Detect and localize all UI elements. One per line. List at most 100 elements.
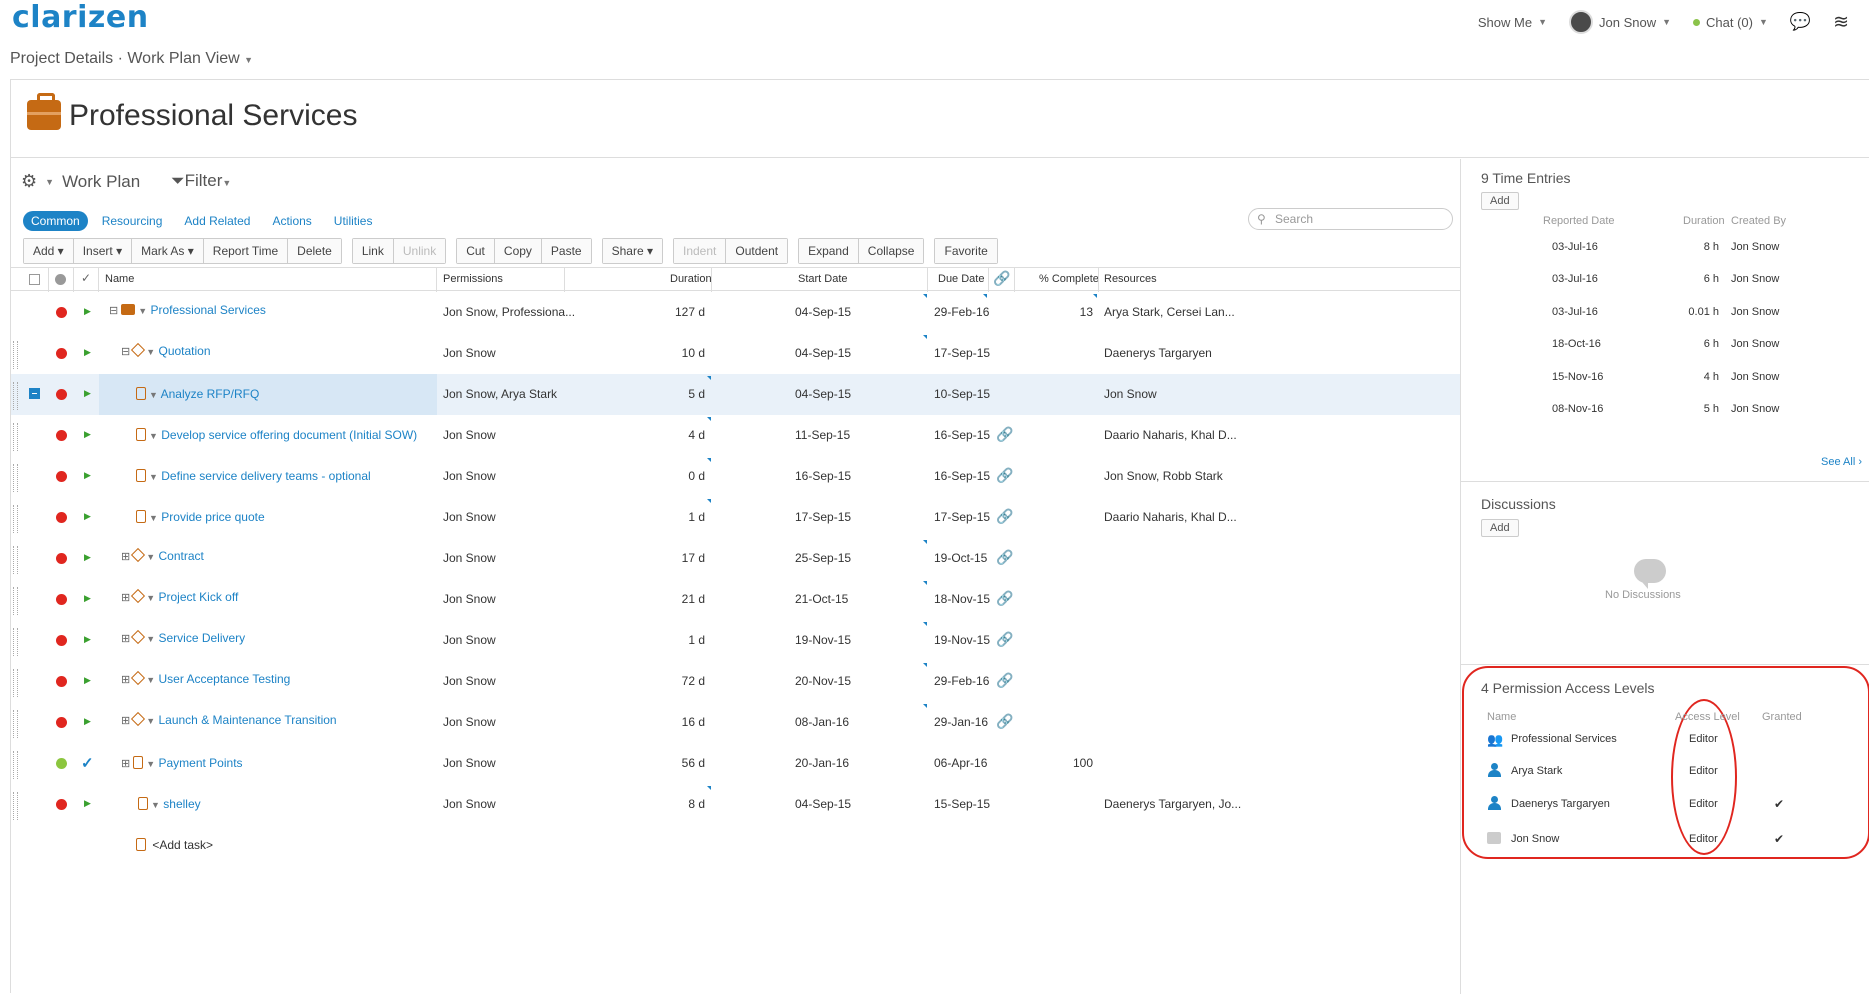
task-name-link[interactable]: Project Kick off [158, 590, 238, 604]
favorite-button[interactable]: Favorite [935, 239, 997, 263]
play-icon[interactable]: ▶ [84, 798, 91, 809]
task-name-link[interactable]: shelley [163, 797, 200, 811]
drag-handle-icon[interactable] [13, 464, 18, 492]
play-icon[interactable]: ▶ [84, 716, 91, 727]
table-row[interactable]: ▶ ▼ shelley Jon Snow 8 d 04-Sep-15 15-Sep-15 D… [11, 784, 1460, 825]
drag-handle-icon[interactable] [13, 628, 18, 656]
time-entry-date[interactable]: 18-Oct-16 [1552, 338, 1601, 350]
task-name-link[interactable]: User Acceptance Testing [158, 672, 290, 686]
report-time-button[interactable]: Report Time [203, 239, 289, 263]
table-row[interactable]: ▶ ⊞ ▼ Service Delivery Jon Snow 1 d 19-Nov-15… [11, 620, 1460, 661]
tab-common[interactable]: Common [23, 211, 88, 231]
chevron-down-icon[interactable]: ▼ [149, 472, 158, 482]
link-button[interactable]: Link [352, 239, 394, 263]
delete-button[interactable]: Delete [288, 239, 341, 263]
show-me-menu[interactable]: Show Me ▼ [1478, 15, 1547, 30]
permission-name[interactable]: Jon Snow [1511, 833, 1559, 845]
task-name-link[interactable]: Launch & Maintenance Transition [158, 713, 336, 727]
column-resources[interactable]: Resources [1104, 273, 1157, 285]
table-row[interactable]: ▶ ⊞ ▼ Launch & Maintenance Transition Jon S… [11, 702, 1460, 743]
tab-actions[interactable]: Actions [264, 211, 319, 231]
chevron-down-icon[interactable]: ▼ [146, 552, 155, 562]
expand-toggle-icon[interactable]: ⊟ [109, 305, 118, 317]
task-name-link[interactable]: Professional Services [150, 303, 265, 317]
mark-as-button[interactable]: Mark As ▾ [132, 239, 204, 263]
table-row[interactable]: ▶ ⊞ ▼ Contract Jon Snow 17 d 25-Sep-15 19-Oct-… [11, 538, 1460, 579]
expand-toggle-icon[interactable]: ⊞ [121, 715, 130, 727]
unlink-button[interactable]: Unlink [393, 239, 446, 263]
task-name-link[interactable]: Define service delivery teams - optional [161, 469, 370, 483]
chevron-down-icon[interactable]: ▼ [146, 716, 155, 726]
task-name-link[interactable]: Quotation [158, 344, 210, 358]
time-entry-date[interactable]: 15-Nov-16 [1552, 371, 1603, 383]
table-row[interactable]: ▶ ⊞ ▼ User Acceptance Testing Jon Snow 72 d 2… [11, 661, 1460, 702]
time-entry-date[interactable]: 08-Nov-16 [1552, 403, 1603, 415]
expand-toggle-icon[interactable]: ⊞ [121, 551, 130, 563]
chevron-down-icon[interactable]: ▼ [146, 759, 155, 769]
task-name-link[interactable]: Payment Points [158, 756, 242, 770]
time-entry-date[interactable]: 03-Jul-16 [1552, 306, 1598, 318]
chevron-down-icon[interactable]: ▼ [146, 347, 155, 357]
column-duration[interactable]: Duration [670, 273, 712, 285]
permission-level[interactable]: Editor [1689, 798, 1718, 810]
play-icon[interactable]: ▶ [84, 511, 91, 522]
search-input[interactable]: ⚲ Search [1248, 208, 1453, 230]
select-all-checkbox[interactable] [29, 274, 40, 285]
play-icon[interactable]: ▶ [84, 429, 91, 440]
filter-menu[interactable]: ⏷Filter▼ [171, 171, 231, 191]
tab-add-related[interactable]: Add Related [176, 211, 258, 231]
tab-utilities[interactable]: Utilities [326, 211, 381, 231]
outdent-button[interactable]: Outdent [726, 239, 788, 263]
link-icon[interactable]: 🔗 [996, 549, 1013, 566]
link-icon[interactable]: 🔗 [996, 631, 1013, 648]
chevron-down-icon[interactable]: ▼ [138, 306, 147, 316]
table-row[interactable]: ▶ ▼ Analyze RFP/RFQ Jon Snow, Arya Stark 5 … [11, 374, 1460, 415]
permission-name[interactable]: Daenerys Targaryen [1511, 798, 1610, 810]
expand-toggle-icon[interactable]: ⊟ [121, 346, 130, 358]
time-entry-date[interactable]: 03-Jul-16 [1552, 241, 1598, 253]
play-icon[interactable]: ▶ [84, 470, 91, 481]
link-icon[interactable]: 🔗 [996, 590, 1013, 607]
drag-handle-icon[interactable] [13, 341, 18, 369]
see-all-link[interactable]: See All › [1821, 456, 1862, 468]
share-button[interactable]: Share ▾ [602, 239, 662, 263]
clarizen-logo[interactable]: clarizen [12, 0, 149, 35]
drag-handle-icon[interactable] [13, 669, 18, 697]
permission-name[interactable]: Arya Stark [1511, 765, 1562, 777]
play-icon[interactable]: ▶ [84, 306, 91, 317]
chevron-down-icon[interactable]: ▼ [149, 513, 158, 523]
permission-level[interactable]: Editor [1689, 833, 1718, 845]
drag-handle-icon[interactable] [13, 751, 18, 779]
gear-icon[interactable]: ⚙ [21, 171, 37, 192]
play-icon[interactable]: ▶ [84, 347, 91, 358]
expand-toggle-icon[interactable]: ⊞ [121, 592, 130, 604]
table-row[interactable]: ▶ ▼ Provide price quote Jon Snow 1 d 17-Sep-… [11, 497, 1460, 538]
column-name[interactable]: Name [105, 273, 134, 285]
chevron-down-icon[interactable]: ▼ [146, 634, 155, 644]
chevron-down-icon[interactable]: ▼ [151, 800, 160, 810]
expand-toggle-icon[interactable]: ⊞ [121, 633, 130, 645]
link-icon[interactable]: 🔗 [996, 713, 1013, 730]
table-row[interactable]: ▶ ▼ Develop service offering document (In… [11, 415, 1460, 456]
collapse-button[interactable]: Collapse [858, 239, 924, 263]
table-row[interactable]: ✓ ⊞ ▼ Payment Points Jon Snow 56 d 20-Jan-16 0… [11, 743, 1460, 784]
chevron-down-icon[interactable]: ▼ [146, 593, 155, 603]
add-discussion-button[interactable]: Add [1481, 519, 1519, 537]
paste-button[interactable]: Paste [541, 239, 591, 263]
tab-resourcing[interactable]: Resourcing [94, 211, 171, 231]
chevron-down-icon[interactable]: ▼ [149, 431, 158, 441]
insert-button[interactable]: Insert ▾ [73, 239, 133, 263]
chevron-down-icon[interactable]: ▼ [146, 675, 155, 685]
drag-handle-icon[interactable] [13, 710, 18, 738]
drag-handle-icon[interactable] [13, 382, 18, 410]
copy-button[interactable]: Copy [494, 239, 542, 263]
play-icon[interactable]: ▶ [84, 552, 91, 563]
row-checkbox[interactable] [29, 388, 40, 399]
cut-button[interactable]: Cut [457, 239, 495, 263]
drag-handle-icon[interactable] [13, 423, 18, 451]
play-icon[interactable]: ▶ [84, 593, 91, 604]
add-task-label[interactable]: <Add task> [152, 838, 213, 852]
table-row[interactable]: ▶ ⊞ ▼ Project Kick off Jon Snow 21 d 21-Oct-1… [11, 579, 1460, 620]
expand-button[interactable]: Expand [799, 239, 859, 263]
expand-toggle-icon[interactable]: ⊞ [121, 674, 130, 686]
